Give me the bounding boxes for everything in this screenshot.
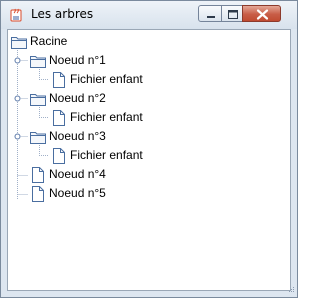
tree-node-label: Noeud n°1 <box>49 53 106 67</box>
file-icon <box>32 186 44 202</box>
expand-toggle-icon[interactable] <box>14 95 21 102</box>
maximize-icon <box>228 10 238 19</box>
folder-icon <box>30 132 46 144</box>
file-icon <box>32 167 44 183</box>
tree-node-label: Noeud n°5 <box>49 186 106 200</box>
tree-panel[interactable]: Racine Noeud n°1 Fichier enfant Noeud n°… <box>7 29 291 291</box>
title-bar[interactable]: Les arbres <box>1 1 297 29</box>
tree-node-label: Fichier enfant <box>70 72 143 86</box>
resize-grip-icon[interactable] <box>285 285 295 295</box>
tree-node-label: Noeud n°4 <box>49 167 106 181</box>
app-window: Les arbres Racine Noeud n°1 Fichier enfa… <box>0 0 298 298</box>
tree-node-label: Noeud n°3 <box>49 129 106 143</box>
close-button[interactable] <box>242 5 281 22</box>
tree-node-label: Racine <box>30 34 68 48</box>
file-icon <box>53 110 65 126</box>
close-icon <box>256 9 269 20</box>
file-icon <box>53 148 65 164</box>
expand-toggle-icon[interactable] <box>14 133 21 140</box>
window-title: Les arbres <box>31 7 94 21</box>
minimize-icon <box>207 16 215 18</box>
folder-icon <box>11 37 27 49</box>
file-icon <box>53 72 65 88</box>
minimize-button[interactable] <box>198 5 222 22</box>
folder-icon <box>30 94 46 106</box>
folder-icon <box>30 56 46 68</box>
expand-toggle-icon[interactable] <box>14 57 21 64</box>
java-cup-icon[interactable] <box>9 7 25 23</box>
tree-node-label: Noeud n°2 <box>49 91 106 105</box>
tree-node-label: Fichier enfant <box>70 110 143 124</box>
maximize-button[interactable] <box>221 5 243 22</box>
tree-node-label: Fichier enfant <box>70 148 143 162</box>
